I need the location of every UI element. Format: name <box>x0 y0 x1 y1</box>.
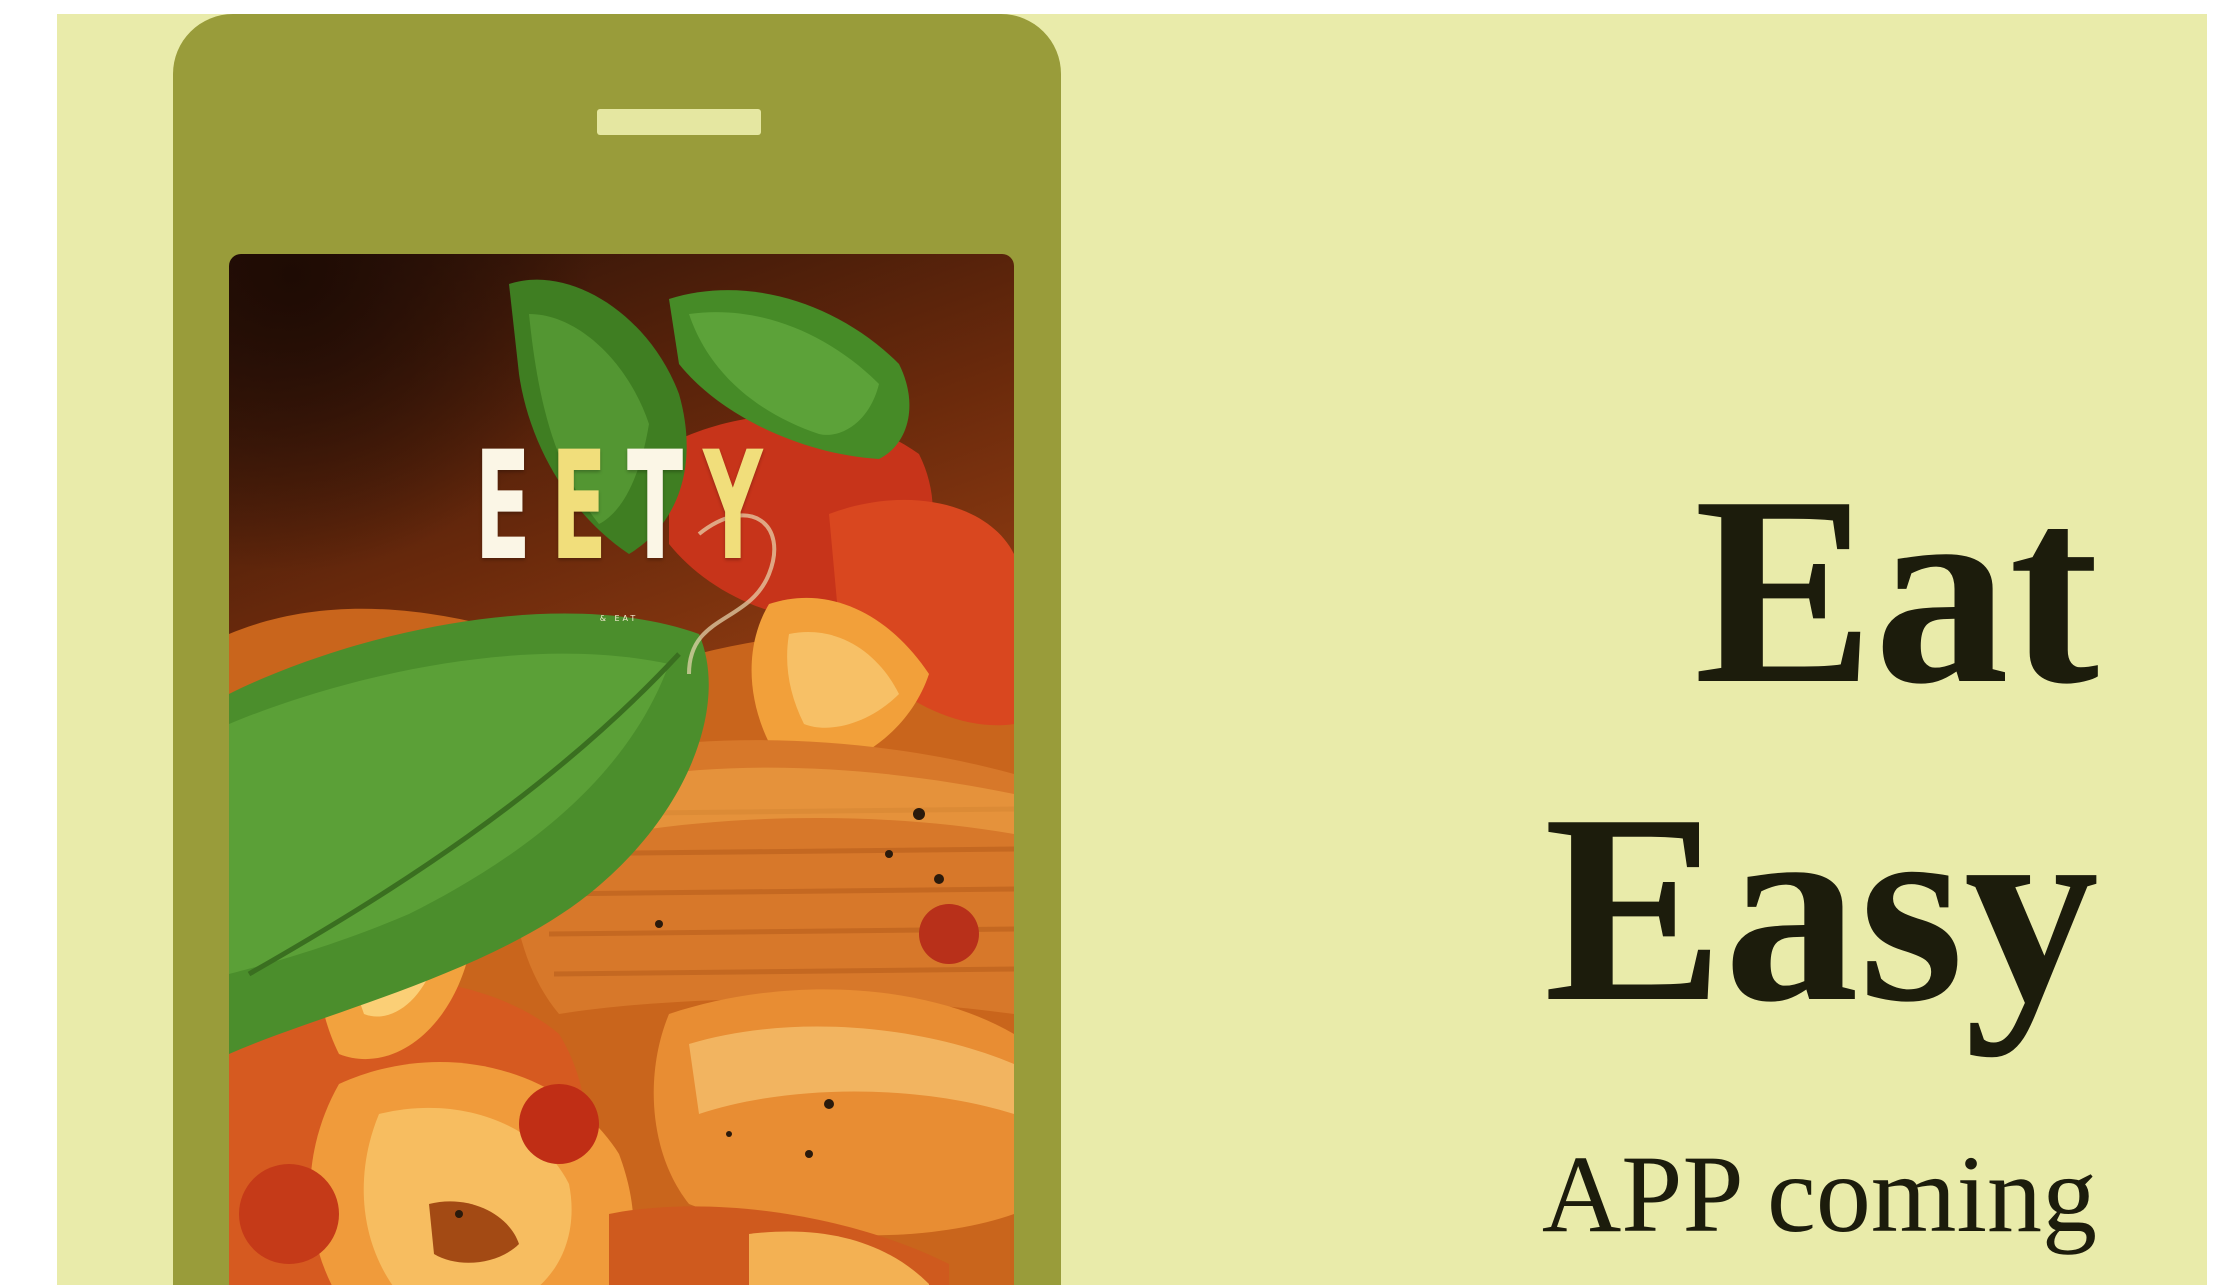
pasta-illustration <box>229 279 1014 1285</box>
logo-letter-3: T <box>626 420 703 594</box>
hero-title: Eat Easy <box>1544 432 2099 1068</box>
hero-title-line-2: Easy <box>1543 759 2099 1058</box>
landing-banner: EETY & EAT Eat Easy APP coming <box>57 14 2207 1285</box>
phone-speaker <box>597 109 761 135</box>
hero-title-line-1: Eat <box>1694 441 2099 740</box>
phone-screen-pasta-image: EETY & EAT <box>229 254 1014 1285</box>
logo-subtext: & EAT <box>599 614 639 623</box>
logo-letter-4: Y <box>702 420 783 594</box>
hero-tagline: APP coming <box>1541 1133 2097 1255</box>
app-logo: EETY <box>413 432 845 582</box>
logo-letter-1: E <box>474 420 551 594</box>
logo-letter-2: E <box>550 420 627 594</box>
